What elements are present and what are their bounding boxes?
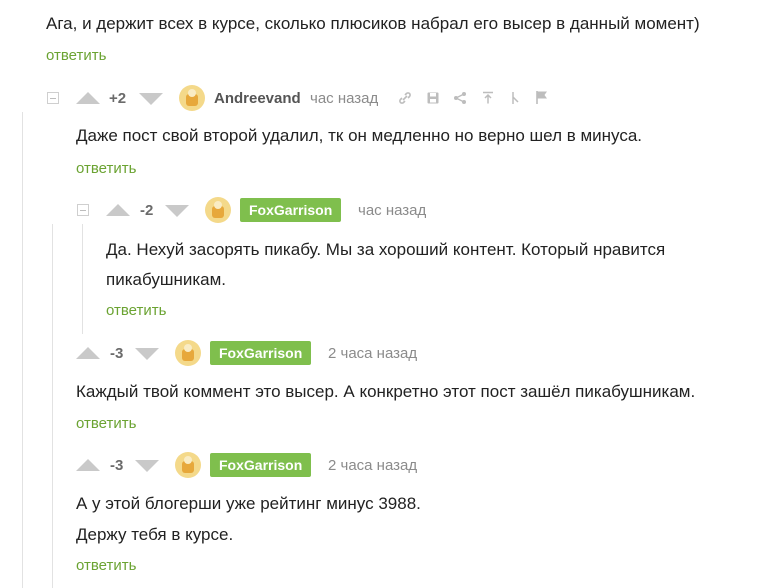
comment-text: Каждый твой коммент это высер. А конкрет… [76, 382, 696, 401]
save-icon[interactable] [426, 91, 440, 108]
comment-text-line: пикабушникам. [106, 270, 227, 289]
link-icon[interactable] [398, 91, 412, 108]
downvote-icon[interactable] [135, 460, 159, 472]
comment-text: Ага, и держит всех в курсе, сколько плюс… [46, 14, 700, 33]
author-name[interactable]: Andreevand [214, 90, 301, 107]
scroll-up-icon[interactable] [481, 91, 495, 108]
comment-rating: -3 [110, 345, 124, 362]
collapse-toggle[interactable] [47, 92, 59, 104]
flag-icon[interactable] [535, 90, 549, 108]
branch-icon[interactable] [508, 91, 522, 108]
collapse-toggle[interactable] [77, 204, 89, 216]
upvote-icon[interactable] [76, 347, 100, 359]
thread-line-root [22, 112, 23, 588]
author-name[interactable]: FoxGarrison [240, 198, 342, 222]
upvote-icon[interactable] [76, 92, 100, 104]
reply-link[interactable]: ответить [76, 160, 136, 177]
downvote-icon[interactable] [135, 348, 159, 360]
reply-link[interactable]: ответить [76, 557, 136, 574]
comment-text-line: Держу тебя в курсе. [76, 525, 234, 544]
comment-rating: -2 [140, 202, 154, 219]
comment-time[interactable]: 2 часа назад [328, 345, 417, 362]
comment-text: Даже пост свой второй удалил, тк он медл… [76, 126, 643, 145]
avatar[interactable] [205, 197, 231, 223]
share-icon[interactable] [453, 91, 467, 108]
reply-link[interactable]: ответить [46, 47, 106, 64]
comment-time[interactable]: 2 часа назад [328, 457, 417, 474]
thread-line-level1 [52, 224, 53, 588]
comment-rating: +2 [109, 90, 127, 107]
thread-line-level2 [82, 224, 83, 334]
downvote-icon[interactable] [139, 93, 163, 105]
reply-link[interactable]: ответить [76, 415, 136, 432]
avatar[interactable] [175, 452, 201, 478]
comment-text-line: Да. Нехуй засорять пикабу. Мы за хороший… [106, 240, 666, 259]
downvote-icon[interactable] [165, 205, 189, 217]
comment-rating: -3 [110, 457, 124, 474]
reply-link[interactable]: ответить [106, 302, 166, 319]
upvote-icon[interactable] [106, 204, 130, 216]
upvote-icon[interactable] [76, 459, 100, 471]
comment-text-line: А у этой блогерши уже рейтинг минус 3988… [76, 494, 421, 513]
avatar[interactable] [179, 85, 205, 111]
comment-time[interactable]: час назад [310, 90, 378, 107]
comment-time[interactable]: час назад [358, 202, 426, 219]
author-name[interactable]: FoxGarrison [210, 453, 312, 477]
author-name[interactable]: FoxGarrison [210, 341, 312, 365]
avatar[interactable] [175, 340, 201, 366]
